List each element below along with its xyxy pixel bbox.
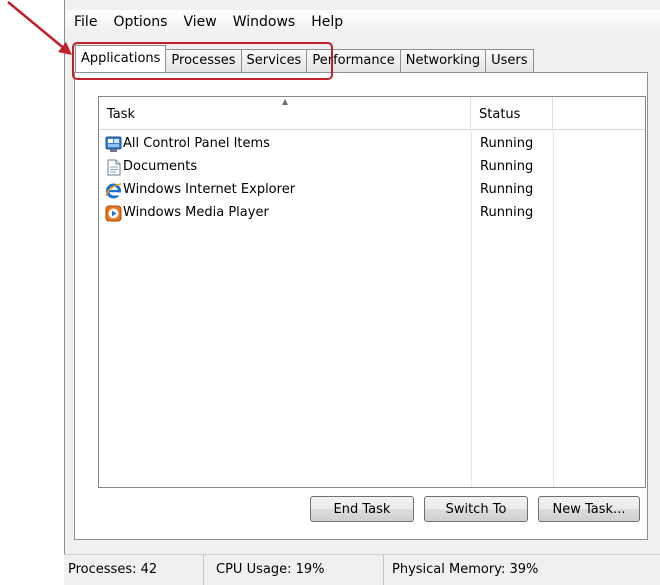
- menu-windows[interactable]: Windows: [225, 11, 304, 33]
- internet-explorer-icon: [105, 183, 122, 199]
- tab-strip: Applications Processes Services Performa…: [75, 45, 534, 72]
- status-bar: Processes: 42 CPU Usage: 19% Physical Me…: [64, 554, 660, 585]
- tab-services[interactable]: Services: [240, 49, 308, 72]
- menu-view[interactable]: View: [175, 11, 224, 33]
- tab-performance[interactable]: Performance: [306, 49, 401, 72]
- list-item[interactable]: Windows Internet Explorer Running: [99, 179, 645, 202]
- tab-networking[interactable]: Networking: [399, 49, 487, 72]
- end-task-button[interactable]: End Task: [310, 496, 414, 522]
- status-processes: Processes: 42: [64, 555, 204, 585]
- status-cpu-usage: CPU Usage: 19%: [204, 555, 384, 585]
- list-item[interactable]: Documents Running: [99, 156, 645, 179]
- task-name: Documents: [123, 159, 198, 174]
- control-panel-icon: [105, 136, 122, 152]
- column-label-task: Task: [107, 107, 136, 122]
- task-name: All Control Panel Items: [123, 136, 270, 151]
- annotation-arrow-icon: [7, 1, 72, 55]
- menu-bar: File Options View Windows Help: [66, 10, 660, 34]
- task-status: Running: [480, 136, 534, 151]
- column-label-status: Status: [479, 107, 521, 122]
- task-rows: All Control Panel Items Running Document…: [99, 133, 645, 225]
- new-task-button[interactable]: New Task...: [538, 496, 640, 522]
- column-header-status[interactable]: Status: [471, 97, 553, 129]
- list-item[interactable]: All Control Panel Items Running: [99, 133, 645, 156]
- menu-options[interactable]: Options: [105, 11, 175, 33]
- sort-ascending-icon: ▲: [282, 97, 289, 106]
- column-header-empty: [553, 97, 645, 129]
- media-player-icon: [105, 205, 122, 222]
- task-name: Windows Media Player: [123, 205, 269, 220]
- task-status: Running: [480, 205, 534, 220]
- document-icon: [107, 159, 121, 176]
- task-name: Windows Internet Explorer: [123, 182, 296, 197]
- column-header-task[interactable]: ▲ Task: [99, 97, 471, 129]
- list-item[interactable]: Windows Media Player Running: [99, 202, 645, 225]
- menu-help[interactable]: Help: [303, 11, 351, 33]
- task-status: Running: [480, 159, 534, 174]
- task-status: Running: [480, 182, 534, 197]
- switch-to-button[interactable]: Switch To: [424, 496, 528, 522]
- tab-users[interactable]: Users: [485, 49, 534, 72]
- list-header: ▲ Task Status: [99, 97, 645, 130]
- task-list[interactable]: ▲ Task Status All Control Panel Items Ru…: [98, 96, 646, 488]
- status-physical-memory: Physical Memory: 39%: [392, 562, 539, 577]
- tab-processes[interactable]: Processes: [165, 49, 242, 72]
